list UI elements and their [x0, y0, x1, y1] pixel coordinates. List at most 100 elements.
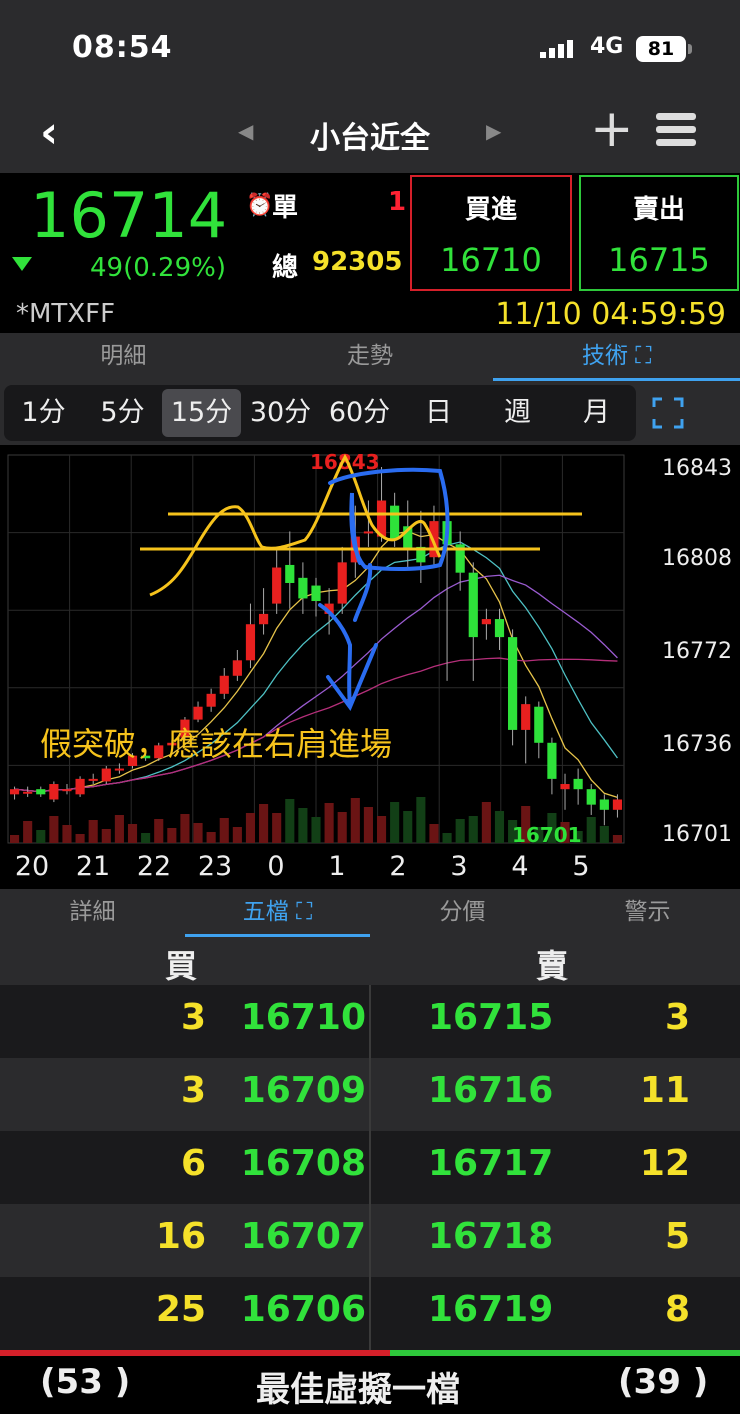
- volume-bar: [429, 824, 439, 843]
- total-volume-label: 總: [272, 253, 299, 283]
- price-chart[interactable]: 16843 16808 16772 16736 16701 20 21 22 23 0 1 2 3 4 5…: [0, 445, 740, 889]
- quote-panel: 16714 49(0.29%) ⏰ 單 1 總 92305 買進 16710 賣…: [0, 173, 740, 333]
- y-axis-tick-label: 16808: [662, 546, 732, 571]
- volume-bar: [337, 812, 347, 843]
- period-15min[interactable]: 15分: [162, 389, 241, 437]
- add-icon[interactable]: +: [590, 99, 634, 159]
- menu-icon[interactable]: [656, 113, 696, 152]
- volume-bar: [167, 828, 177, 843]
- next-symbol-icon[interactable]: ▶: [486, 119, 501, 143]
- volume-bar: [599, 826, 609, 843]
- tab-price-volume[interactable]: 分價: [370, 889, 555, 937]
- sell-header: 賣: [536, 947, 569, 985]
- tab-detail[interactable]: 明細: [0, 333, 247, 381]
- status-bar: 08:54 4G 81: [0, 0, 740, 95]
- volume-bar: [416, 797, 426, 843]
- candle-body: [285, 564, 295, 583]
- candle-body: [298, 577, 308, 599]
- bid-qty: 3: [180, 1070, 206, 1111]
- x-axis-tick-label: 5: [572, 851, 589, 882]
- x-axis-tick-label: 22: [137, 851, 171, 882]
- fullscreen-icon[interactable]: [652, 397, 684, 429]
- volume-bar: [494, 811, 505, 843]
- ask-qty: 12: [639, 1143, 690, 1184]
- volume-bar: [62, 825, 72, 843]
- expand-icon: ⛶: [296, 899, 313, 925]
- low-price-label: 16701: [512, 823, 582, 847]
- down-arrow-icon: [12, 257, 32, 271]
- nav-bar: ‹ ◀ 小台近全 ▶ +: [0, 95, 740, 173]
- volume-bar: [101, 829, 111, 843]
- volume-bar: [206, 832, 216, 843]
- candle-body: [258, 613, 269, 625]
- candle-body: [62, 789, 72, 792]
- bid-price: 16706: [240, 1289, 366, 1330]
- single-volume-label: 單: [272, 193, 299, 223]
- volume-bar: [141, 833, 151, 843]
- battery-cap: [688, 44, 692, 54]
- buy-button[interactable]: 買進 16710: [410, 175, 572, 291]
- bid-qty: 25: [155, 1289, 206, 1330]
- buy-strength-bar: [0, 1350, 390, 1356]
- ask-price: 16715: [428, 997, 554, 1038]
- buy-price: 16710: [440, 241, 542, 279]
- sell-label: 賣出: [632, 195, 685, 225]
- volume-bar: [23, 821, 33, 843]
- volume-bar: [350, 798, 360, 843]
- bid-price: 16709: [240, 1070, 366, 1111]
- candle-body: [560, 784, 570, 790]
- volume-bar: [272, 813, 282, 843]
- candle-body: [23, 791, 33, 794]
- candle-body: [88, 778, 98, 781]
- network-type: 4G: [590, 34, 624, 59]
- candle-body: [534, 706, 544, 743]
- candle-body: [586, 789, 596, 805]
- period-60min[interactable]: 60分: [320, 385, 399, 441]
- tab-trend[interactable]: 走勢: [247, 333, 494, 381]
- candle-body: [49, 784, 59, 800]
- ask-price: 16718: [428, 1216, 554, 1257]
- ask-qty: 8: [664, 1289, 690, 1330]
- candle-body: [337, 562, 347, 604]
- volume-bar: [154, 819, 164, 843]
- volume-bar: [36, 830, 46, 843]
- x-axis-tick-label: 0: [267, 851, 284, 882]
- volume-bar: [285, 799, 295, 843]
- volume-bar: [455, 819, 465, 843]
- period-week[interactable]: 週: [478, 385, 557, 441]
- tab-five-levels[interactable]: 五檔 ⛶: [185, 889, 370, 937]
- period-month[interactable]: 月: [557, 385, 636, 441]
- volume-bar: [612, 835, 622, 843]
- period-30min[interactable]: 30分: [241, 385, 320, 441]
- volume-bar: [442, 833, 452, 843]
- volume-bar: [311, 817, 321, 843]
- candle-body: [101, 768, 111, 782]
- buy-header: 買: [165, 947, 198, 985]
- candle-body: [363, 531, 374, 534]
- candle-body: [573, 778, 583, 790]
- candle-body: [193, 706, 203, 720]
- x-axis-tick-label: 20: [15, 851, 49, 882]
- total-volume-value: 92305: [312, 247, 403, 277]
- x-axis-tick-label: 2: [389, 851, 406, 882]
- buy-label: 買進: [464, 195, 517, 225]
- tab-details[interactable]: 詳細: [0, 889, 185, 937]
- volume-bar: [259, 804, 269, 843]
- sell-price: 16715: [608, 241, 710, 279]
- period-1min[interactable]: 1分: [4, 385, 83, 441]
- volume-bar: [232, 827, 242, 843]
- candle-body: [494, 619, 505, 638]
- orderbook-tabs: 詳細 五檔 ⛶ 分價 警示: [0, 889, 740, 937]
- bid-qty: 16: [155, 1216, 206, 1257]
- candle-body: [75, 778, 85, 795]
- candle-body: [612, 799, 623, 810]
- tab-technical[interactable]: 技術 ⛶: [493, 333, 740, 381]
- sell-strength-bar: [390, 1350, 740, 1356]
- candle-body: [219, 675, 229, 694]
- x-axis-tick-label: 4: [511, 851, 528, 882]
- period-day[interactable]: 日: [399, 385, 478, 441]
- tab-alerts[interactable]: 警示: [555, 889, 740, 937]
- volume-bar: [403, 811, 413, 843]
- period-5min[interactable]: 5分: [83, 385, 162, 441]
- sell-button[interactable]: 賣出 16715: [579, 175, 739, 291]
